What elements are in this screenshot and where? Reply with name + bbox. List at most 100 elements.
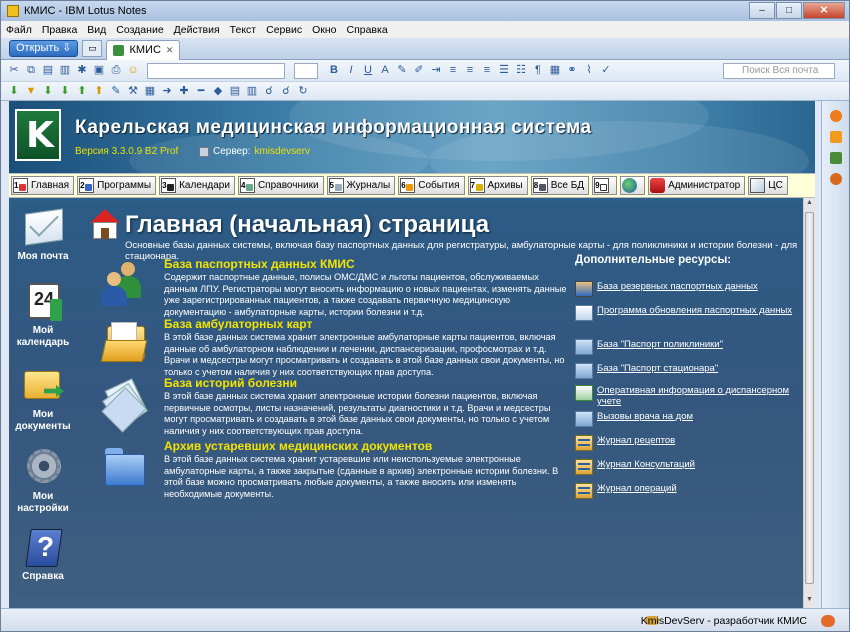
arrow-down-icon[interactable]: ⬇ (41, 85, 55, 98)
scroll-thumb[interactable] (805, 212, 814, 584)
nav-journals-button[interactable]: 5 Журналы (326, 176, 396, 195)
spellcheck-icon[interactable]: ✓ (599, 64, 613, 77)
align-left-icon[interactable]: ≡ (446, 64, 460, 77)
resource-link-text[interactable]: Программа обновления паспортных данных (597, 305, 792, 316)
arrow-right-icon[interactable]: ➜ (160, 85, 174, 98)
nav-archives-button[interactable]: 7 Архивы (467, 176, 528, 195)
tools-icon[interactable]: ⚒ (126, 85, 140, 98)
arrow-up-icon[interactable]: ⬆ (75, 85, 89, 98)
menu-tools[interactable]: Сервис (266, 24, 302, 36)
contacts-icon[interactable] (829, 173, 842, 185)
menu-help[interactable]: Справка (346, 24, 387, 36)
resource-link[interactable]: Оперативная информация о диспансерном уч… (575, 385, 793, 407)
resource-link[interactable]: Программа обновления паспортных данных (575, 305, 793, 321)
nav-references-button[interactable]: 4 Справочники (237, 176, 324, 195)
menu-create[interactable]: Создание (116, 24, 163, 36)
grid-icon[interactable]: ▦ (143, 85, 157, 98)
binoculars-icon[interactable]: ☌ (262, 85, 276, 98)
side-item-help[interactable]: ? Справка (13, 525, 73, 583)
align-center-icon[interactable]: ≡ (463, 64, 477, 77)
paste-icon[interactable]: ▤ (41, 64, 55, 77)
numbering-icon[interactable]: ☷ (514, 64, 528, 77)
status-icon[interactable] (821, 615, 835, 627)
print-icon[interactable]: ⎙ (109, 64, 123, 77)
arrow-down-icon[interactable]: ⬇ (7, 85, 21, 98)
bullets-icon[interactable]: ☰ (497, 64, 511, 77)
maximize-button[interactable]: □ (776, 2, 802, 19)
resource-link[interactable]: База резервных паспортных данных (575, 281, 793, 297)
resource-link[interactable]: База "Паспорт поликлиники" (575, 339, 793, 355)
menu-text[interactable]: Текст (230, 24, 256, 36)
new-icon[interactable]: ✱ (75, 64, 89, 77)
style-icon[interactable]: ¶ (531, 64, 545, 77)
side-item-documents[interactable]: Мои документы (13, 363, 73, 433)
save-icon[interactable]: ▣ (92, 64, 106, 77)
text-color-icon[interactable]: A (378, 64, 392, 77)
menu-window[interactable]: Окно (312, 24, 336, 36)
db-title[interactable]: База паспортных данных КМИС (164, 257, 355, 271)
font-select[interactable] (147, 62, 285, 79)
calendar-icon[interactable] (829, 152, 842, 164)
home-icon[interactable] (829, 110, 842, 122)
tab-close-icon[interactable]: ✕ (166, 45, 174, 56)
tab-kmis[interactable]: КМИС ✕ (106, 39, 181, 60)
resource-link-text[interactable]: База "Паспорт стационара" (597, 363, 718, 374)
minus-icon[interactable]: ━ (194, 85, 208, 98)
diamond-icon[interactable]: ◆ (211, 85, 225, 98)
copy-icon[interactable]: ⧉ (24, 64, 38, 77)
attach-icon[interactable]: ⌇ (582, 64, 596, 77)
menu-edit[interactable]: Правка (42, 24, 77, 36)
highlight-icon[interactable]: ✎ (395, 64, 409, 77)
paste-special-icon[interactable]: ▥ (58, 64, 72, 77)
resource-link-text[interactable]: Журнал рецептов (597, 435, 675, 446)
menu-view[interactable]: Вид (87, 24, 106, 36)
nav-cs-button[interactable]: ЦС (748, 176, 788, 195)
resource-link[interactable]: Журнал Консультаций (575, 459, 793, 475)
arrow-down-icon[interactable]: ⬇ (58, 85, 72, 98)
close-button[interactable]: ✕ (803, 2, 845, 19)
side-item-calendar[interactable]: 24 Мой календарь (13, 279, 73, 349)
status-server-text[interactable]: KmisDevServ - разработчик КМИС (641, 615, 807, 627)
resource-link-text[interactable]: Журнал Консультаций (597, 459, 695, 470)
open-button[interactable]: Открыть ⇩ (9, 40, 79, 57)
db-title[interactable]: База амбулаторных карт (164, 317, 312, 331)
nav-window-button[interactable]: 9 (592, 176, 618, 195)
resource-link[interactable]: Журнал операций (575, 483, 793, 499)
cut-icon[interactable]: ✂ (7, 64, 21, 77)
menu-file[interactable]: Файл (6, 24, 32, 36)
scroll-down-icon[interactable]: ▼ (805, 596, 814, 607)
resource-link-text[interactable]: База "Паспорт поликлиники" (597, 339, 723, 350)
document-icon[interactable]: ▤ (228, 85, 242, 98)
side-item-settings[interactable]: Мои настройки (13, 445, 73, 515)
nav-admin-button[interactable]: Администратор (648, 176, 746, 195)
db-title[interactable]: База историй болезни (164, 376, 297, 390)
minimize-button[interactable]: – (749, 2, 775, 19)
resource-link[interactable]: Журнал рецептов (575, 435, 793, 451)
menu-actions[interactable]: Действия (174, 24, 220, 36)
bold-icon[interactable]: B (327, 64, 341, 77)
tab-list-icon[interactable]: ▭ (82, 40, 103, 57)
resource-link[interactable]: Вызовы врача на дом (575, 411, 793, 427)
pen-icon[interactable]: ✐ (412, 64, 426, 77)
nav-all-db-button[interactable]: 8 Все БД (530, 176, 590, 195)
link-icon[interactable]: ⚭ (565, 64, 579, 77)
side-item-mail[interactable]: Моя почта (13, 205, 73, 263)
refresh-icon[interactable]: ↻ (296, 85, 310, 98)
nav-calendars-button[interactable]: 3 Календари (159, 176, 235, 195)
smiley-icon[interactable]: ☺ (126, 64, 140, 77)
db-title[interactable]: Архив устаревших медицинских документов (164, 439, 432, 453)
nav-events-button[interactable]: 6 События (398, 176, 465, 195)
filter-icon[interactable]: ▼ (24, 85, 38, 98)
rss-icon[interactable] (829, 131, 842, 143)
resource-link-text[interactable]: База резервных паспортных данных (597, 281, 758, 292)
table-icon[interactable]: ▦ (548, 64, 562, 77)
align-right-icon[interactable]: ≡ (480, 64, 494, 77)
underline-icon[interactable]: U (361, 64, 375, 77)
font-size-select[interactable] (294, 62, 318, 79)
binoculars-icon[interactable]: ☌ (279, 85, 293, 98)
nav-globe-button[interactable] (620, 176, 646, 195)
arrow-up-icon[interactable]: ⬆ (92, 85, 106, 98)
nav-home-button[interactable]: 1 Главная (11, 176, 75, 195)
indent-icon[interactable]: ⇥ (429, 64, 443, 77)
scroll-up-icon[interactable]: ▲ (805, 199, 814, 210)
